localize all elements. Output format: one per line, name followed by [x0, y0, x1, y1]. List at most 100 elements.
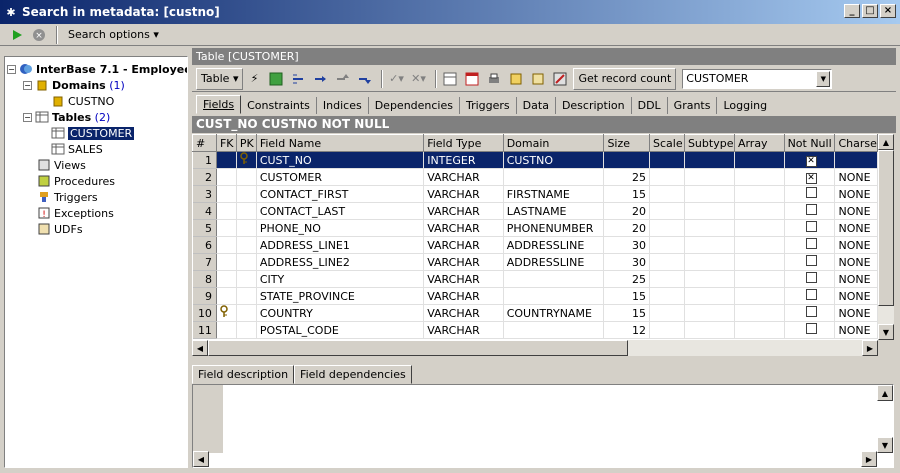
tab-field-dependencies[interactable]: Field dependencies [294, 365, 412, 384]
not-null-checkbox[interactable]: ✕ [805, 173, 817, 184]
domain-cell[interactable] [503, 270, 605, 288]
fk-cell[interactable] [216, 304, 237, 322]
domain-cell[interactable]: PHONENUMBER [503, 219, 605, 237]
add-field-icon[interactable] [289, 70, 307, 88]
domain-cell[interactable]: ADDRESSLINE [503, 253, 605, 271]
array-cell[interactable] [734, 185, 785, 203]
table-row[interactable]: 1 CUST_NO INTEGER CUSTNO ✕ [192, 151, 878, 169]
not-null-cell[interactable] [784, 270, 836, 288]
pk-cell[interactable] [236, 151, 257, 169]
insert-field-icon[interactable] [311, 70, 329, 88]
subtype-cell[interactable] [684, 253, 735, 271]
col-header[interactable]: Scale [649, 134, 685, 152]
tree-exceptions[interactable]: ! Exceptions [37, 205, 114, 221]
table-row[interactable]: 9 STATE_PROVINCE VARCHAR 15 NONE [192, 287, 878, 305]
scale-cell[interactable] [649, 304, 685, 322]
pk-cell[interactable] [236, 270, 257, 288]
col-header[interactable]: # [192, 134, 217, 152]
table-row[interactable]: 6 ADDRESS_LINE1 VARCHAR ADDRESSLINE 30 NONE [192, 236, 878, 254]
array-cell[interactable] [734, 321, 785, 339]
not-null-cell[interactable]: ✕ [784, 168, 836, 186]
domain-cell[interactable]: LASTNAME [503, 202, 605, 220]
array-cell[interactable] [734, 304, 785, 322]
fk-cell[interactable] [216, 236, 237, 254]
row-number[interactable]: 7 [192, 253, 217, 271]
collapse-icon[interactable]: − [7, 64, 16, 74]
pk-cell[interactable] [236, 202, 257, 220]
not-null-cell[interactable] [784, 185, 836, 203]
tree-table-sales[interactable]: SALES [51, 141, 103, 157]
col-header[interactable]: Domain [502, 134, 605, 152]
scroll-left-button[interactable]: ◀ [192, 340, 208, 356]
search-options-button[interactable]: Search options ▾ [62, 28, 165, 41]
not-null-checkbox[interactable] [805, 323, 817, 334]
tree-db[interactable]: − InterBase 7.1 - Employee [7, 61, 187, 77]
field-type-cell[interactable]: VARCHAR [423, 270, 504, 288]
commit-icon[interactable]: ✓▾ [387, 70, 405, 88]
scroll-down-button[interactable]: ▼ [877, 437, 893, 453]
fk-cell[interactable] [216, 185, 237, 203]
subtype-cell[interactable] [684, 321, 735, 339]
row-number[interactable]: 8 [192, 270, 217, 288]
metadata-tree[interactable]: − InterBase 7.1 - Employee − Domains (1)… [4, 56, 188, 468]
not-null-checkbox[interactable] [805, 204, 817, 215]
charset-cell[interactable]: NONE [834, 202, 878, 220]
horizontal-scrollbar[interactable]: ◀ ▶ [192, 340, 878, 356]
fk-cell[interactable] [216, 253, 237, 271]
scale-cell[interactable] [649, 270, 685, 288]
field-name-cell[interactable]: STATE_PROVINCE [256, 287, 425, 305]
row-number[interactable]: 11 [192, 321, 217, 339]
col-header[interactable]: Field Name [255, 134, 425, 152]
field-name-cell[interactable]: ADDRESS_LINE2 [256, 253, 425, 271]
subtype-cell[interactable] [684, 151, 735, 169]
tab-data[interactable]: Data [517, 97, 556, 114]
scroll-down-button[interactable]: ▼ [878, 324, 894, 340]
row-number[interactable]: 5 [192, 219, 217, 237]
field-name-cell[interactable]: CUST_NO [256, 151, 425, 169]
scale-cell[interactable] [649, 287, 685, 305]
fk-cell[interactable] [216, 202, 237, 220]
scale-cell[interactable] [649, 202, 685, 220]
size-cell[interactable]: 15 [603, 185, 650, 203]
field-type-cell[interactable]: VARCHAR [423, 321, 504, 339]
not-null-cell[interactable] [784, 219, 836, 237]
scale-cell[interactable] [649, 151, 685, 169]
not-null-cell[interactable] [784, 236, 836, 254]
close-button[interactable]: × [880, 4, 896, 18]
tree-table-customer[interactable]: CUSTOMER [51, 125, 135, 141]
field-name-cell[interactable]: PHONE_NO [256, 219, 425, 237]
size-cell[interactable]: 15 [603, 287, 650, 305]
subtype-cell[interactable] [684, 270, 735, 288]
table-row[interactable]: 10 COUNTRY VARCHAR COUNTRYNAME 15 NONE [192, 304, 878, 322]
not-null-checkbox[interactable] [805, 187, 817, 198]
scroll-up-button[interactable]: ▲ [878, 134, 894, 150]
not-null-checkbox[interactable] [805, 306, 817, 317]
size-cell[interactable]: 25 [603, 270, 650, 288]
move-up-icon[interactable] [333, 70, 351, 88]
size-cell[interactable]: 15 [603, 304, 650, 322]
array-cell[interactable] [734, 151, 785, 169]
array-cell[interactable] [734, 236, 785, 254]
scale-cell[interactable] [649, 219, 685, 237]
field-name-cell[interactable]: COUNTRY [256, 304, 425, 322]
not-null-cell[interactable] [784, 321, 836, 339]
not-null-checkbox[interactable]: ✕ [805, 156, 817, 167]
tab-indices[interactable]: Indices [317, 97, 369, 114]
table-row[interactable]: 4 CONTACT_LAST VARCHAR LASTNAME 20 NONE [192, 202, 878, 220]
not-null-checkbox[interactable] [805, 255, 817, 266]
collapse-icon[interactable]: − [23, 112, 32, 122]
array-cell[interactable] [734, 287, 785, 305]
fk-cell[interactable] [216, 287, 237, 305]
tree-domain-custno[interactable]: CUSTNO [51, 93, 114, 109]
tab-dependencies[interactable]: Dependencies [369, 97, 460, 114]
subtype-cell[interactable] [684, 185, 735, 203]
size-cell[interactable]: 12 [603, 321, 650, 339]
col-header[interactable]: FK [215, 134, 237, 152]
tab-triggers[interactable]: Triggers [460, 97, 517, 114]
charset-cell[interactable]: NONE [834, 321, 878, 339]
charset-cell[interactable]: NONE [834, 304, 878, 322]
charset-cell[interactable]: NONE [834, 236, 878, 254]
scroll-right-button[interactable]: ▶ [862, 340, 878, 356]
rollback-icon[interactable]: ✕▾ [409, 70, 427, 88]
field-type-cell[interactable]: VARCHAR [423, 236, 504, 254]
